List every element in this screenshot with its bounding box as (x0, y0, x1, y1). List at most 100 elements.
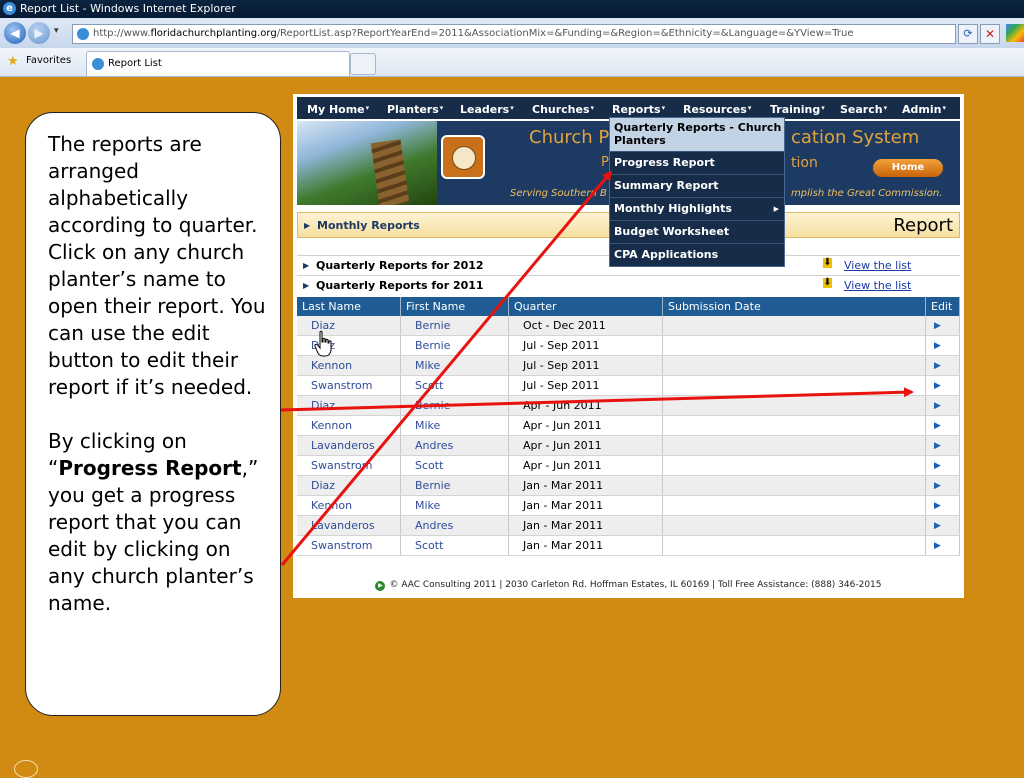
quarter-cell: Apr - Jun 2011 (508, 395, 663, 416)
tab-title: Report List (108, 58, 162, 69)
table-row: DiazBernieJul - Sep 2011▶ (297, 335, 960, 356)
slide-corner-decoration (14, 760, 38, 778)
forward-arrow-icon[interactable]: ▶ (28, 22, 50, 44)
banner-title-left: Church P (529, 127, 610, 148)
edit-icon[interactable]: ▶ (925, 435, 960, 456)
first-name-link[interactable]: Mike (400, 495, 509, 516)
nav-item-planters[interactable]: Planters▾ (387, 97, 443, 119)
menu-item-cpa-applications[interactable]: CPA Applications (610, 244, 784, 266)
submission-date-cell (662, 395, 926, 416)
first-name-link[interactable]: Mike (400, 355, 509, 376)
favorites-button[interactable]: Favorites (26, 55, 71, 66)
last-name-link[interactable]: Diaz (297, 395, 401, 416)
last-name-link[interactable]: Kennon (297, 355, 401, 376)
banner-subtitle-right: tion (791, 155, 818, 171)
reports-dropdown-menu: Quarterly Reports - Church Planters Prog… (609, 117, 785, 267)
stop-icon[interactable]: ✕ (980, 24, 1000, 44)
back-arrow-icon[interactable]: ◀ (4, 22, 26, 44)
last-name-link[interactable]: Swanstrom (297, 375, 401, 396)
submission-date-cell (662, 515, 926, 536)
nav-item-training[interactable]: Training▾ (770, 97, 825, 119)
first-name-link[interactable]: Bernie (400, 335, 509, 356)
col-header-last-name[interactable]: Last Name (297, 297, 401, 316)
first-name-link[interactable]: Bernie (400, 395, 509, 416)
menu-item-budget-worksheet[interactable]: Budget Worksheet (610, 221, 784, 244)
edit-icon[interactable]: ▶ (925, 475, 960, 496)
col-header-quarter[interactable]: Quarter (508, 297, 663, 316)
first-name-link[interactable]: Scott (400, 375, 509, 396)
quarter-group-label[interactable]: Quarterly Reports for 2012 (316, 259, 484, 272)
history-dropdown-icon[interactable]: ▾ (54, 26, 59, 36)
edit-icon[interactable]: ▶ (925, 316, 960, 336)
url-prefix: http://www. (93, 28, 151, 39)
menu-item-summary-report[interactable]: Summary Report (610, 175, 784, 198)
expand-triangle-icon[interactable]: ▶ (303, 261, 309, 270)
expand-triangle-icon[interactable]: ▶ (303, 281, 309, 290)
report-table: Last Name First Name Quarter Submission … (297, 297, 960, 556)
edit-icon[interactable]: ▶ (925, 495, 960, 516)
last-name-link[interactable]: Swanstrom (297, 535, 401, 556)
favorites-star-icon[interactable]: ★ (7, 54, 19, 69)
nav-item-admin[interactable]: Admin▾ (902, 97, 946, 119)
col-header-first-name[interactable]: First Name (400, 297, 509, 316)
quarter-cell: Oct - Dec 2011 (508, 316, 663, 336)
last-name-link[interactable]: Kennon (297, 415, 401, 436)
report-heading: Report (893, 215, 953, 236)
address-input[interactable]: http://www.floridachurchplanting.org/Rep… (72, 24, 956, 44)
last-name-link[interactable]: Lavanderos (297, 515, 401, 536)
menu-item-progress-report[interactable]: Progress Report (610, 152, 784, 175)
banner-subtitle-left: P (601, 155, 609, 170)
edit-icon[interactable]: ▶ (925, 355, 960, 376)
last-name-link[interactable]: Swanstrom (297, 455, 401, 476)
first-name-link[interactable]: Bernie (400, 316, 509, 336)
edit-icon[interactable]: ▶ (925, 535, 960, 556)
edit-icon[interactable]: ▶ (925, 455, 960, 476)
nav-item-churches[interactable]: Churches▾ (532, 97, 594, 119)
view-list-link[interactable]: View the list (844, 259, 911, 272)
edit-icon[interactable]: ▶ (925, 375, 960, 396)
submission-date-cell (662, 355, 926, 376)
refresh-icon[interactable]: ⟳ (958, 24, 978, 44)
first-name-link[interactable]: Andres (400, 515, 509, 536)
last-name-link[interactable]: Kennon (297, 495, 401, 516)
first-name-link[interactable]: Scott (400, 455, 509, 476)
edit-icon[interactable]: ▶ (925, 335, 960, 356)
palm-tree-image (297, 121, 437, 205)
monthly-reports-link[interactable]: Monthly Reports (317, 219, 420, 232)
nav-item-leaders[interactable]: Leaders▾ (460, 97, 514, 119)
quarter-group-2011: ▶ Quarterly Reports for 2011 ⬇ View the … (297, 275, 960, 295)
nav-item-reports[interactable]: Reports▾ (612, 97, 665, 119)
col-header-submission-date[interactable]: Submission Date (662, 297, 926, 316)
nav-item-search[interactable]: Search▾ (840, 97, 887, 119)
browser-tab-report-list[interactable]: Report List (86, 51, 350, 76)
edit-icon[interactable]: ▶ (925, 415, 960, 436)
page-favicon-icon (77, 28, 89, 40)
page-footer: ▶ © AAC Consulting 2011 | 2030 Carleton R… (293, 580, 964, 591)
new-tab-button[interactable] (350, 53, 376, 75)
table-row: Diaz Bernie Oct - Dec 2011 ▶ (297, 316, 960, 336)
submission-date-cell (662, 435, 926, 456)
search-provider-icon[interactable] (1006, 24, 1024, 42)
menu-item-quarterly-reports[interactable]: Quarterly Reports - Church Planters (610, 118, 784, 152)
nav-item-my-home[interactable]: My Home▾ (307, 97, 369, 119)
table-row: Swanstrom Scott Jul - Sep 2011 ▶ (297, 375, 960, 396)
view-list-link[interactable]: View the list (844, 279, 911, 292)
hand-pointer-cursor-icon (314, 330, 332, 357)
quarter-cell: Jan - Mar 2011 (508, 495, 663, 516)
first-name-link[interactable]: Andres (400, 435, 509, 456)
edit-icon[interactable]: ▶ (925, 395, 960, 416)
edit-icon[interactable]: ▶ (925, 515, 960, 536)
instruction-callout: The reports are arranged alphabetically … (25, 112, 281, 716)
footer-text: © AAC Consulting 2011 | 2030 Carleton Rd… (389, 580, 882, 590)
menu-item-monthly-highlights[interactable]: Monthly Highlights ▶ (610, 198, 784, 221)
home-button[interactable]: Home (873, 159, 943, 177)
last-name-link[interactable]: Diaz (297, 475, 401, 496)
nav-item-resources[interactable]: Resources▾ (683, 97, 751, 119)
first-name-link[interactable]: Scott (400, 535, 509, 556)
first-name-link[interactable]: Mike (400, 415, 509, 436)
submission-date-cell (662, 375, 926, 396)
first-name-link[interactable]: Bernie (400, 475, 509, 496)
tab-favicon-icon (92, 58, 104, 70)
quarter-group-label[interactable]: Quarterly Reports for 2011 (316, 279, 484, 292)
last-name-link[interactable]: Lavanderos (297, 435, 401, 456)
